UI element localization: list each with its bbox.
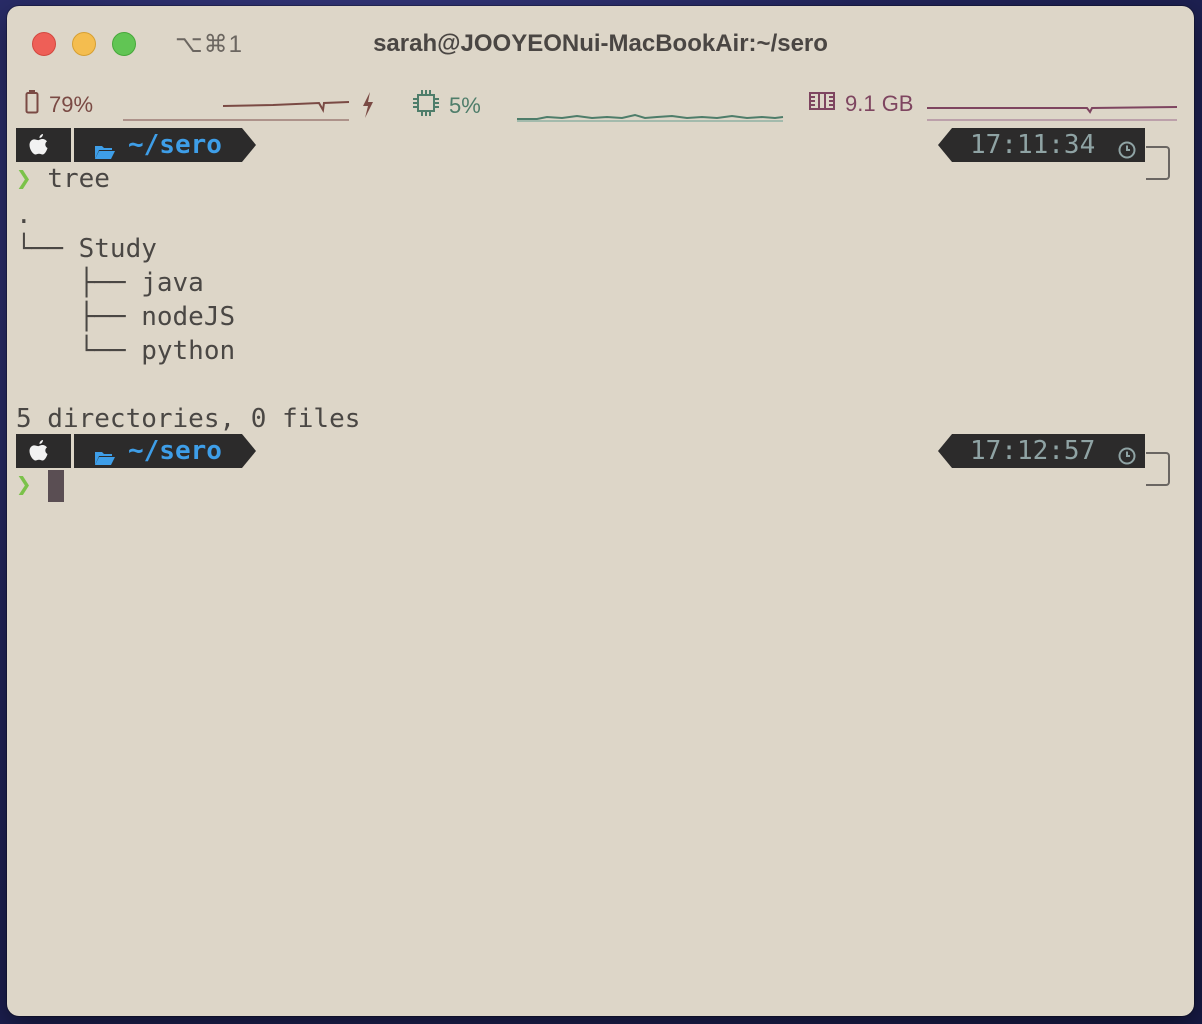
command-text: tree [47,164,110,194]
folder-open-icon [94,443,116,473]
os-segment [16,128,71,162]
title-bar[interactable]: ⌥⌘1 sarah@JOOYEONui-MacBookAir:~/sero [7,6,1194,80]
time-text: 17:12:57 [970,436,1096,466]
path-segment: ~/sero [74,434,242,468]
window-title: sarah@JOOYEONui-MacBookAir:~/sero [373,30,828,57]
path-segment: ~/sero [74,128,242,162]
time-segment-arrow [938,434,952,468]
command-line: ❯ tree [16,162,110,196]
cpu-status: 5% [413,90,481,122]
time-segment: 17:12:57 [952,434,1145,468]
path-segment-arrow [242,128,256,162]
os-segment [16,434,71,468]
prompt-chevron: ❯ [16,470,32,500]
path-segment-arrow [242,434,256,468]
battery-status: 79% [25,90,93,120]
memory-status: 9.1 GB [809,90,913,118]
time-segment-arrow [938,128,952,162]
apple-icon [28,438,50,471]
cpu-chip-icon [413,90,439,122]
time-text: 17:11:34 [970,130,1096,160]
memory-icon [809,90,835,118]
text-cursor [48,470,64,502]
status-bar: 79% 5% 9.1 GB [7,84,1194,124]
output-line: └── python [16,336,236,366]
prompt-line: ~/sero 17:11:34 [16,128,1186,180]
apple-icon [28,132,50,165]
battery-icon [25,90,39,120]
battery-value: 79% [49,92,94,117]
output-line: ├── java [16,268,204,298]
output-summary: 5 directories, 0 files [16,404,361,434]
clock-icon [1118,136,1136,166]
prompt-bracket [1146,146,1170,180]
memory-value: 9.1 GB [845,91,914,116]
battery-sparkline [123,101,350,121]
clock-icon [1118,442,1136,472]
memory-sparkline [927,106,1178,121]
prompt-chevron: ❯ [16,164,32,194]
time-segment: 17:11:34 [952,128,1145,162]
prompt-line: ~/sero 17:12:57 [16,434,1186,486]
cpu-sparkline [517,113,784,122]
cpu-value: 5% [449,93,481,118]
prompt-bracket [1146,452,1170,486]
input-line[interactable]: ❯ [16,468,32,502]
terminal-window: ⌥⌘1 sarah@JOOYEONui-MacBookAir:~/sero 79… [7,6,1194,1016]
output-line: └── Study [16,234,157,264]
lightning-icon [361,92,375,124]
path-text: ~/sero [128,436,222,466]
path-text: ~/sero [128,130,222,160]
output-line: . [16,200,32,230]
output-line: ├── nodeJS [16,302,236,332]
